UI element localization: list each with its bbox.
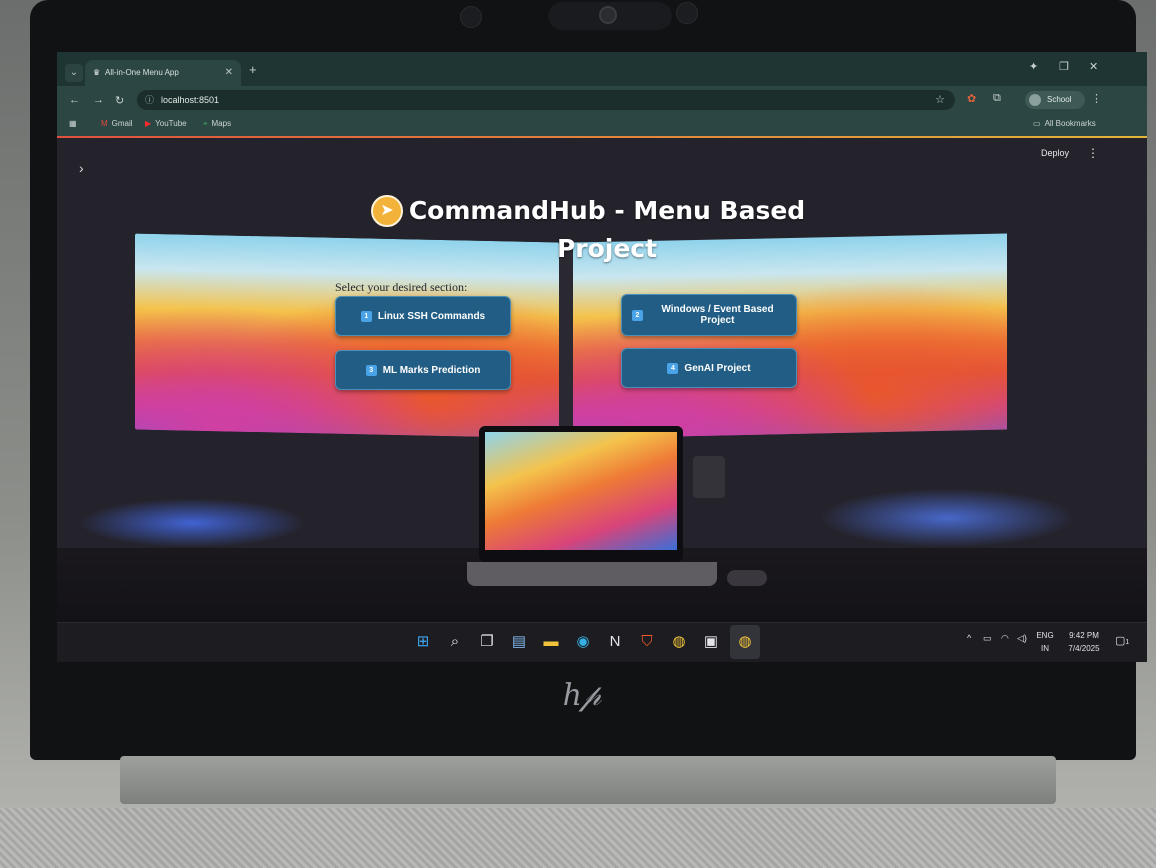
bookmark-star-icon[interactable]: ☆ — [935, 90, 945, 110]
notification-icon: ▢ — [1115, 635, 1126, 647]
number-badge: 2 — [632, 309, 643, 321]
linux-ssh-button[interactable]: 1 Linux SSH Commands — [335, 296, 511, 336]
clock[interactable]: 9:42 PM 7/4/2025 — [1061, 629, 1107, 655]
chrome-profile-icon[interactable]: ◍ — [735, 632, 755, 652]
background-laptop-base — [467, 562, 717, 586]
forward-icon[interactable]: → — [93, 94, 104, 106]
sensor-dot — [676, 2, 698, 24]
address-bar[interactable]: ⓘ localhost:8501 ☆ — [137, 90, 955, 110]
hp-logo-icon: ℎ𝓅 — [562, 678, 602, 713]
tab-strip: ⌄ ♛ All-in-One Menu App ✕ + ✦ ❐ ✕ — [57, 52, 1147, 86]
sensor-dot — [460, 6, 482, 28]
bookmark-label: YouTube — [155, 119, 187, 128]
url-text: localhost:8501 — [161, 95, 220, 105]
bookmark-gmail[interactable]: M Gmail — [101, 119, 133, 128]
bookmarks-bar: ▦ M Gmail ▶ YouTube ⌖ Maps ▭ All Bookmarks — [57, 114, 1147, 136]
background-laptop-screen — [485, 432, 677, 550]
tray-chevron-icon[interactable]: ^ — [967, 633, 971, 643]
background-glow — [77, 498, 307, 548]
task-view-icon[interactable]: ❐ — [477, 632, 497, 652]
laptop-keyboard-deck — [0, 808, 1156, 868]
laptop-screen: ⌄ ♛ All-in-One Menu App ✕ + ✦ ❐ ✕ ← → ↻ … — [57, 52, 1147, 662]
ml-marks-button[interactable]: 3 ML Marks Prediction — [335, 350, 511, 390]
background-mouse — [727, 570, 767, 586]
language-code: ENG — [1036, 631, 1054, 640]
button-label: ML Marks Prediction — [382, 364, 481, 376]
windows-event-button[interactable]: 2 Windows / Event Based Project — [621, 294, 797, 336]
bookmark-label: Gmail — [111, 119, 133, 128]
button-label: Linux SSH Commands — [377, 310, 486, 322]
brave-icon[interactable]: ⛉ — [637, 632, 657, 652]
sidebar-expand-icon[interactable]: › — [79, 160, 84, 176]
number-badge: 1 — [360, 310, 372, 322]
tab-title: All-in-One Menu App — [105, 68, 179, 77]
site-info-icon[interactable]: ⓘ — [145, 90, 154, 110]
profile-label: School — [1047, 95, 1072, 104]
browser-tab[interactable]: ♛ All-in-One Menu App ✕ — [85, 60, 241, 86]
extensions-puzzle-icon[interactable]: ⧉ — [993, 92, 1001, 105]
main-menu-icon[interactable]: ⋮ — [1087, 146, 1099, 160]
battery-icon[interactable]: ▭ — [983, 633, 992, 644]
laptop-hinge — [120, 756, 1056, 804]
gmail-icon: M — [101, 119, 108, 128]
language-indicator[interactable]: ENG IN — [1033, 629, 1057, 655]
button-label: Windows / Event Based Project — [661, 304, 774, 326]
genai-button[interactable]: 4 GenAI Project — [621, 348, 797, 388]
browser-menu-icon[interactable]: ⋮ — [1091, 92, 1102, 105]
volume-icon[interactable]: ◁) — [1017, 633, 1027, 644]
close-window-icon[interactable]: ✕ — [1089, 60, 1098, 73]
folder-icon: ▭ — [1033, 119, 1041, 128]
clock-time: 9:42 PM — [1069, 631, 1099, 640]
page-title: CommandHub - Menu Based Project — [408, 196, 806, 263]
all-bookmarks-button[interactable]: ▭ All Bookmarks — [1033, 119, 1096, 128]
avatar — [1029, 94, 1041, 106]
extension-icon[interactable]: ✿ — [967, 92, 976, 105]
section-prompt: Select your desired section: — [335, 280, 468, 294]
region-code: IN — [1041, 644, 1049, 653]
background-mug — [693, 456, 725, 498]
notion-icon[interactable]: N — [605, 632, 625, 652]
number-badge: 4 — [667, 362, 679, 374]
back-icon[interactable]: ← — [69, 94, 80, 106]
notification-count: 1 — [1125, 639, 1130, 646]
widgets-icon[interactable]: ▤ — [509, 632, 529, 652]
windows-taskbar: ⊞ ⌕ ❐ ▤ ▬ ◉ N ⛉ ◍ ▣ ◍ ^ ▭ ◠ ◁) ENG IN 9:… — [57, 622, 1147, 662]
chrome-icon[interactable]: ◍ — [669, 632, 689, 652]
deploy-button[interactable]: Deploy — [1041, 148, 1069, 158]
number-badge: 3 — [365, 364, 377, 376]
wifi-icon[interactable]: ◠ — [1001, 633, 1009, 644]
maps-icon: ⌖ — [203, 119, 208, 128]
app-page: › Deploy ⋮ ➤ CommandHub - Menu Based Pro… — [57, 138, 1147, 622]
app-favicon-icon: ♛ — [93, 68, 101, 77]
browser-toolbar: ← → ↻ ⓘ localhost:8501 ☆ ✿ ⧉ School ⋮ — [57, 86, 1147, 114]
search-icon[interactable]: ⌕ — [445, 632, 465, 652]
clock-date: 7/4/2025 — [1068, 644, 1100, 653]
file-explorer-icon[interactable]: ▬ — [541, 632, 561, 652]
youtube-icon: ▶ — [145, 119, 152, 128]
button-label: GenAI Project — [684, 362, 751, 374]
restore-window-icon[interactable]: ❐ — [1059, 60, 1069, 73]
monitor-divider — [559, 248, 573, 438]
apps-grid-icon[interactable]: ▦ — [69, 119, 77, 128]
start-icon[interactable]: ⊞ — [413, 632, 433, 652]
all-bookmarks-label: All Bookmarks — [1044, 119, 1096, 128]
terminal-icon[interactable]: ▣ — [701, 632, 721, 652]
pin-icon[interactable]: ✦ — [1029, 60, 1038, 73]
background-glow — [817, 488, 1077, 548]
profile-button[interactable]: School — [1025, 91, 1085, 109]
webcam-icon — [599, 6, 617, 24]
tab-close-icon[interactable]: ✕ — [225, 60, 233, 86]
bookmark-youtube[interactable]: ▶ YouTube — [145, 119, 187, 128]
notification-button[interactable]: ▢1 — [1115, 634, 1129, 647]
bookmark-maps[interactable]: ⌖ Maps — [203, 119, 231, 129]
edge-icon[interactable]: ◉ — [573, 632, 593, 652]
tab-search-icon[interactable]: ⌄ — [65, 64, 83, 82]
background-laptop — [479, 426, 683, 562]
bookmark-label: Maps — [211, 119, 232, 128]
reload-icon[interactable]: ↻ — [115, 94, 124, 107]
new-tab-button[interactable]: + — [249, 62, 257, 77]
